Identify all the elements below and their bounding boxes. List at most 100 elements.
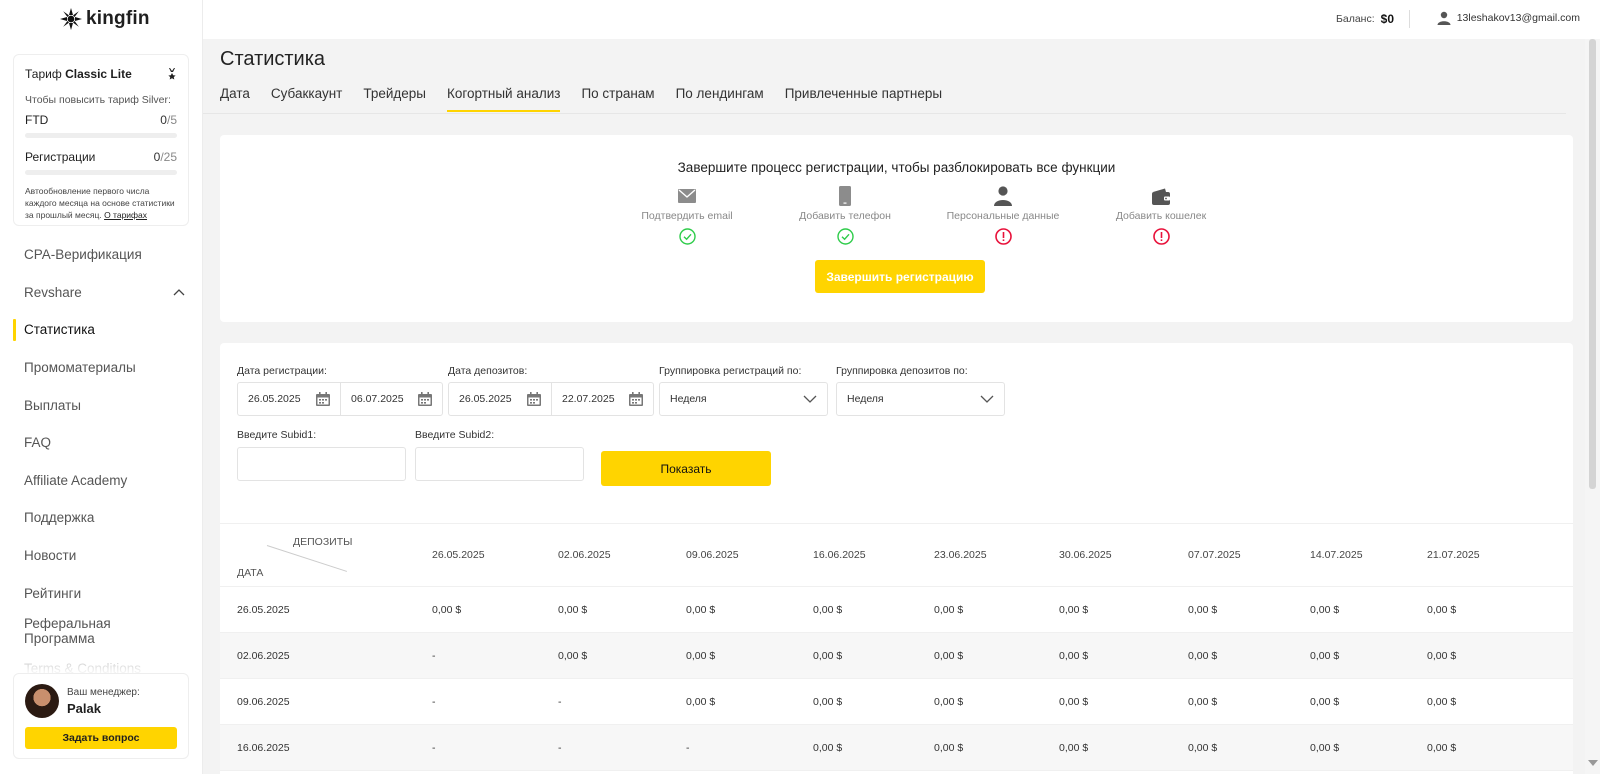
table-cell: 0,00 $ (1427, 604, 1457, 616)
row-date-cell: 02.06.2025 (237, 650, 290, 662)
tab-subaccount[interactable]: Субаккаунт (271, 86, 342, 112)
step-personal-data[interactable]: Персональные данные (924, 185, 1082, 248)
step-wallet[interactable]: Добавить кошелек (1082, 185, 1240, 248)
table-cell: 0,00 $ (1427, 650, 1457, 662)
sidebar-item-academy[interactable]: Affiliate Academy (0, 462, 203, 500)
sidebar-item-ratings[interactable]: Рейтинги (0, 574, 203, 612)
tab-traders[interactable]: Трейдеры (363, 86, 426, 112)
column-header: 30.06.2025 (1059, 549, 1112, 561)
chevron-up-icon (173, 289, 185, 296)
table-cell: 0,00 $ (1059, 742, 1089, 754)
brand-logo[interactable]: kingfin (60, 8, 150, 30)
tab-countries[interactable]: По странам (581, 86, 654, 112)
calendar-icon (629, 392, 643, 406)
sidebar-item-referral[interactable]: Реферальная Программа (0, 612, 203, 650)
dep-date-to-input[interactable]: 22.07.2025 (551, 383, 653, 415)
column-header: 21.07.2025 (1427, 549, 1480, 561)
tariff-title: Тариф Classic Lite (25, 67, 132, 81)
finish-registration-button[interactable]: Завершить регистрацию (815, 260, 985, 293)
table-row: 09.06.2025 - - 0,00 $ 0,00 $ 0,00 $ 0,00 $ 0,00… (220, 679, 1573, 725)
subid1-label: Введите Subid1: (237, 429, 317, 441)
sidebar-item-label: Новости (24, 548, 77, 564)
sidebar-item-label: Реферальная Программа (24, 615, 111, 646)
show-button[interactable]: Показать (601, 451, 771, 486)
envelope-icon (678, 189, 696, 203)
tariff-card: Тариф Classic Lite Чтобы повысить тариф … (13, 54, 189, 226)
dep-date-from-value: 26.05.2025 (459, 393, 512, 405)
tab-date[interactable]: Дата (220, 86, 250, 112)
step-phone[interactable]: Добавить телефон (766, 185, 924, 248)
tariff-info-link[interactable]: О тарифах (104, 210, 147, 220)
page-scrollbar[interactable] (1585, 39, 1600, 774)
table-cell: 0,00 $ (934, 604, 964, 616)
table-header: ДЕПОЗИТЫ ДАТА 26.05.2025 02.06.2025 09.0… (220, 523, 1573, 587)
table-cell: - (432, 696, 436, 708)
corner-date-label: ДАТА (237, 567, 264, 579)
subid2-input[interactable] (415, 447, 584, 481)
sidebar-item-revshare[interactable]: Revshare (0, 274, 203, 312)
corner-divider (266, 545, 348, 572)
table-cell: 0,00 $ (1059, 696, 1089, 708)
user-menu[interactable]: 13leshakov13@gmail.com (1437, 11, 1580, 25)
step-label: Подтвердить email (641, 210, 733, 222)
tab-partners[interactable]: Привлеченные партнеры (785, 86, 942, 112)
table-cell: 0,00 $ (1310, 650, 1340, 662)
calendar-icon (527, 392, 541, 406)
dep-group-select[interactable]: Неделя (836, 382, 1005, 416)
sidebar-item-support[interactable]: Поддержка (0, 499, 203, 537)
calendar-icon (418, 392, 432, 406)
phone-icon (839, 186, 851, 206)
sidebar-item-payouts[interactable]: Выплаты (0, 386, 203, 424)
reg-date-from-input[interactable]: 26.05.2025 (238, 383, 340, 415)
top-bar: Баланс: $0 13leshakov13@gmail.com (203, 0, 1600, 39)
kingfin-logo-icon (60, 8, 82, 30)
check-circle-icon (836, 228, 854, 245)
sidebar-item-faq[interactable]: FAQ (0, 424, 203, 462)
table-cell: 0,00 $ (558, 604, 588, 616)
tab-landings[interactable]: По лендингам (676, 86, 764, 112)
scrollbar-thumb[interactable] (1589, 39, 1596, 489)
tab-cohort-analysis[interactable]: Когортный анализ (447, 86, 561, 112)
ftd-progress-bar (25, 133, 177, 138)
registrations-row: Регистрации 0/25 (25, 150, 177, 164)
balance-value: $0 (1380, 12, 1394, 26)
table-cell: - (558, 742, 562, 754)
sidebar-item-label: Промоматериалы (24, 360, 136, 376)
column-header: 26.05.2025 (432, 549, 485, 561)
sidebar-item-label: Revshare (24, 284, 82, 300)
calendar-icon (316, 392, 330, 406)
reg-date-to-value: 06.07.2025 (351, 393, 404, 405)
subid1-input[interactable] (237, 447, 406, 481)
reg-date-to-input[interactable]: 06.07.2025 (340, 383, 442, 415)
table-cell: 0,00 $ (432, 604, 462, 616)
column-header: 02.06.2025 (558, 549, 611, 561)
sidebar-item-statistics[interactable]: Статистика (0, 311, 203, 349)
manager-name: Palak (67, 700, 101, 716)
ask-question-button[interactable]: Задать вопрос (25, 727, 177, 749)
sidebar-item-news[interactable]: Новости (0, 537, 203, 575)
reg-date-range: 26.05.2025 06.07.2025 (237, 382, 443, 416)
wallet-icon (1152, 188, 1170, 205)
avatar (25, 684, 59, 718)
reg-group-select[interactable]: Неделя (659, 382, 828, 416)
main-content: Статистика Дата Субаккаунт Трейдеры Кого… (203, 39, 1600, 774)
scroll-down-arrow-icon[interactable] (1588, 760, 1598, 766)
table-cell: 0,00 $ (686, 696, 716, 708)
cohort-table: ДЕПОЗИТЫ ДАТА 26.05.2025 02.06.2025 09.0… (220, 523, 1573, 771)
dep-group-value: Неделя (847, 393, 884, 405)
table-cell: 0,00 $ (686, 650, 716, 662)
dep-date-from-input[interactable]: 26.05.2025 (449, 383, 551, 415)
step-label: Персональные данные (946, 210, 1060, 222)
table-cell: 0,00 $ (813, 696, 843, 708)
table-cell: 0,00 $ (558, 650, 588, 662)
table-cell: 0,00 $ (813, 742, 843, 754)
alert-circle-icon (1152, 228, 1170, 245)
person-icon (994, 186, 1012, 206)
sidebar-item-cpa-verification[interactable]: CPA-Верификация (0, 236, 203, 274)
sidebar-item-promo[interactable]: Промоматериалы (0, 349, 203, 387)
column-header: 09.06.2025 (686, 549, 739, 561)
step-email[interactable]: Подтвердить email (608, 185, 766, 248)
table-cell: 0,00 $ (1059, 650, 1089, 662)
manager-card: Ваш менеджер: Palak Задать вопрос (13, 673, 189, 759)
table-cell: 0,00 $ (1310, 604, 1340, 616)
